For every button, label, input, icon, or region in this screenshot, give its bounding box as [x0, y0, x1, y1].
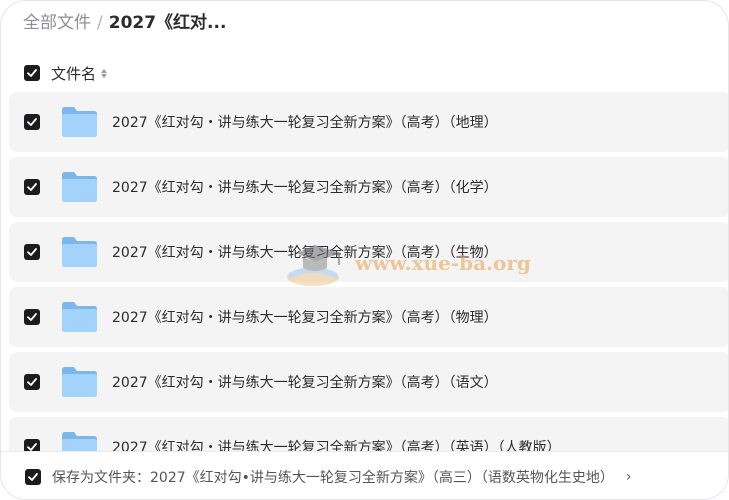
- check-icon: [27, 69, 37, 77]
- chevron-right-icon[interactable]: ›: [626, 469, 632, 485]
- list-item[interactable]: 2027《红对勾・讲与练大一轮复习全新方案》（高考）（语文）: [9, 352, 728, 412]
- list-header: 文件名: [24, 61, 108, 85]
- row-checkbox[interactable]: [24, 244, 40, 260]
- select-all-checkbox[interactable]: [24, 65, 40, 81]
- sort-icon[interactable]: [101, 68, 108, 78]
- row-checkbox[interactable]: [24, 179, 40, 195]
- save-folder-checkbox[interactable]: [25, 469, 41, 485]
- file-browser-panel: 全部文件 /2027《红对... 文件名 2027《红对勾・讲与练大一轮复习全新方…: [0, 0, 729, 500]
- file-name[interactable]: 2027《红对勾・讲与练大一轮复习全新方案》（高考）（生物）: [112, 242, 498, 262]
- column-header-filename[interactable]: 文件名: [51, 63, 96, 84]
- file-name[interactable]: 2027《红对勾・讲与练大一轮复习全新方案》（高考）（化学）: [112, 177, 498, 197]
- folder-icon: [62, 107, 97, 137]
- file-name[interactable]: 2027《红对勾・讲与练大一轮复习全新方案》（高考）（物理）: [112, 307, 498, 327]
- file-name[interactable]: 2027《红对勾・讲与练大一轮复习全新方案》（高考）（地理）: [112, 112, 498, 132]
- breadcrumb-current: 2027《红对...: [108, 13, 227, 33]
- save-destination-text[interactable]: 保存为文件夹：2027《红对勾•讲与练大一轮复习全新方案》（高三）（语数英物化生…: [52, 467, 614, 487]
- breadcrumb-separator: /: [97, 13, 103, 33]
- file-name[interactable]: 2027《红对勾・讲与练大一轮复习全新方案》（高考）（语文）: [112, 372, 498, 392]
- list-item[interactable]: 2027《红对勾・讲与练大一轮复习全新方案》（高考）（物理）: [9, 287, 728, 347]
- row-checkbox[interactable]: [24, 374, 40, 390]
- list-item[interactable]: 2027《红对勾・讲与练大一轮复习全新方案》（高考）（地理）: [9, 92, 728, 152]
- folder-icon: [62, 367, 97, 397]
- list-item[interactable]: 2027《红对勾・讲与练大一轮复习全新方案》（高考）（化学）: [9, 157, 728, 217]
- folder-icon: [62, 237, 97, 267]
- check-icon: [27, 313, 37, 321]
- breadcrumb-root[interactable]: 全部文件: [23, 13, 91, 33]
- folder-icon: [62, 302, 97, 332]
- file-list: 2027《红对勾・讲与练大一轮复习全新方案》（高考）（地理） 2027《红对勾・…: [9, 92, 728, 482]
- breadcrumb: 全部文件 /2027《红对...: [23, 11, 226, 35]
- check-icon: [27, 378, 37, 386]
- check-icon: [27, 248, 37, 256]
- check-icon: [27, 118, 37, 126]
- save-destination-bar[interactable]: 保存为文件夹：2027《红对勾•讲与练大一轮复习全新方案》（高三）（语数英物化生…: [1, 451, 728, 499]
- folder-icon: [62, 172, 97, 202]
- list-item[interactable]: 2027《红对勾・讲与练大一轮复习全新方案》（高考）（生物）: [9, 222, 728, 282]
- row-checkbox[interactable]: [24, 114, 40, 130]
- row-checkbox[interactable]: [24, 309, 40, 325]
- check-icon: [28, 473, 38, 481]
- check-icon: [27, 183, 37, 191]
